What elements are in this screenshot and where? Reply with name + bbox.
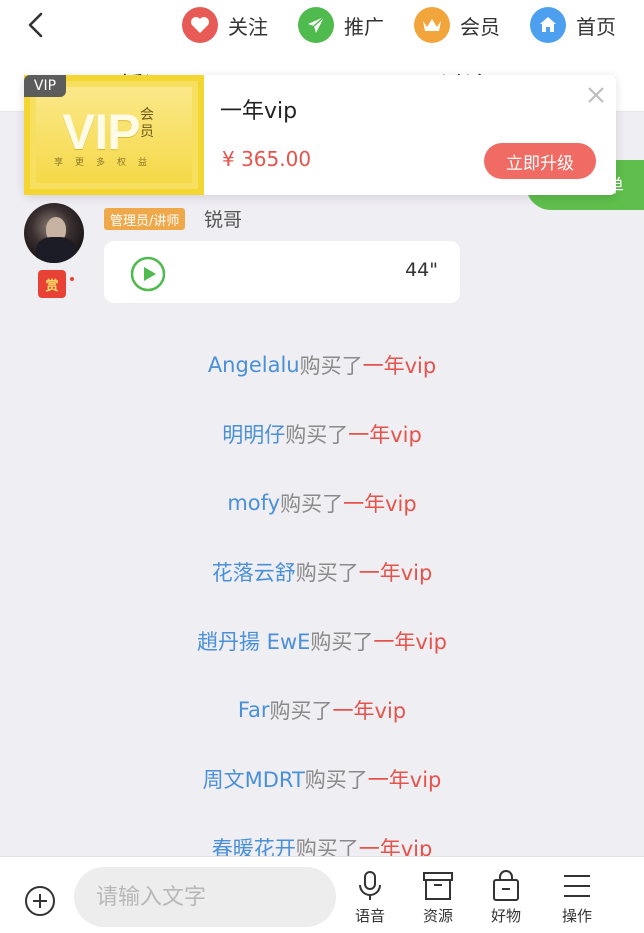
feed-verb: 购买了 [269, 698, 333, 723]
microphone-icon [359, 871, 381, 900]
feed-product: 一年vip [358, 560, 433, 585]
reward-dot [70, 277, 74, 281]
sender-name: 锐哥 [204, 209, 243, 231]
shopping-bag-icon [493, 870, 519, 901]
paper-plane-icon [298, 7, 334, 43]
top-nav-bar: 关注 推广 会员 首页 [0, 0, 644, 50]
feed-item: Far 购买了 一年vip [0, 675, 644, 744]
message-input[interactable] [74, 867, 336, 927]
archive-box-icon [423, 872, 453, 900]
voice-button[interactable]: 语音 [345, 869, 395, 931]
nav-member[interactable]: 会员 [414, 5, 500, 45]
nav-promote-label: 推广 [344, 14, 384, 39]
feed-product: 一年vip [332, 698, 407, 723]
upgrade-now-button[interactable]: 立即升级 [484, 143, 596, 179]
voice-label: 语音 [354, 907, 385, 925]
add-icon[interactable] [24, 885, 56, 917]
nav-follow-label: 关注 [228, 14, 268, 39]
purchase-feed: Angelalu 购买了 一年vip 明明仔 购买了 一年vip mofy 购买了 一年vi… [0, 330, 644, 882]
avatar[interactable] [24, 203, 84, 263]
feed-product: 一年vip [373, 629, 447, 654]
nav-home[interactable]: 首页 [530, 5, 616, 45]
vip-image-text: VIP [62, 104, 141, 160]
buyer-name: mofy [227, 490, 281, 515]
feed-verb: 购买了 [299, 353, 363, 378]
vip-image-side-text: 会员 [140, 107, 154, 140]
operations-label: 操作 [561, 907, 592, 925]
role-badge: 管理员/讲师 [104, 208, 186, 230]
reward-button[interactable]: 赏 [38, 270, 66, 298]
feed-item: mofy 购买了 一年vip [0, 468, 644, 537]
feed-verb: 购买了 [295, 560, 359, 585]
operations-button[interactable]: 操作 [552, 869, 602, 931]
vip-product-title: 一年vip [220, 99, 298, 124]
feed-verb: 购买了 [280, 491, 344, 516]
play-icon[interactable] [130, 256, 166, 292]
feed-product: 一年vip [348, 422, 422, 447]
home-icon [530, 7, 566, 43]
feed-product: 一年vip [343, 491, 417, 516]
voice-message-bubble[interactable]: 44" [104, 241, 460, 303]
feed-item: 明明仔 购买了 一年vip [0, 399, 644, 468]
goods-button[interactable]: 好物 [481, 869, 531, 931]
resources-button[interactable]: 资源 [413, 869, 463, 931]
menu-icon [564, 875, 590, 897]
nav-follow[interactable]: 关注 [182, 5, 268, 45]
nav-promote[interactable]: 推广 [298, 5, 384, 45]
back-arrow-icon[interactable] [22, 10, 52, 40]
buyer-name: Far [237, 697, 270, 722]
buyer-name: 花落云舒 [211, 560, 296, 585]
crown-icon [414, 7, 450, 43]
feed-verb: 购买了 [310, 629, 374, 654]
feed-product: 一年vip [367, 767, 442, 792]
buyer-name: Angelalu [207, 352, 300, 377]
nav-member-label: 会员 [460, 14, 500, 39]
buyer-name: 趙丹揚 EwE [197, 629, 311, 654]
close-icon[interactable] [586, 85, 606, 105]
vip-price: ¥ 365.00 [222, 147, 312, 171]
vip-promo-card[interactable]: VIP 会员 享更多权益 VIP 一年vip ¥ 365.00 立即升级 [24, 75, 616, 195]
feed-item: 趙丹揚 EwE 购买了 一年vip [0, 606, 644, 675]
feed-verb: 购买了 [285, 422, 349, 447]
feed-item: 周文MDRT 购买了 一年vip [0, 744, 644, 813]
vip-image-sub-text: 享更多权益 [54, 158, 160, 168]
nav-home-label: 首页 [576, 14, 616, 39]
voice-duration: 44" [405, 259, 438, 281]
buyer-name: 周文MDRT [202, 767, 305, 792]
vip-badge: VIP [24, 75, 66, 97]
feed-item: Angelalu 购买了 一年vip [0, 330, 644, 399]
resources-label: 资源 [422, 907, 453, 925]
bottom-toolbar: 语音 资源 好物 操作 [0, 856, 644, 933]
feed-item: 花落云舒 购买了 一年vip [0, 537, 644, 606]
feed-verb: 购买了 [304, 767, 368, 792]
heart-icon [182, 7, 218, 43]
goods-label: 好物 [490, 907, 521, 925]
feed-product: 一年vip [362, 353, 437, 378]
buyer-name: 明明仔 [222, 422, 286, 447]
